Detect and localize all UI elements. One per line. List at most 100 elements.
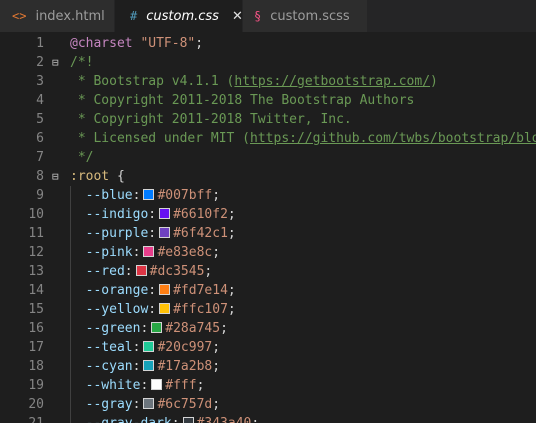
color-swatch[interactable] xyxy=(143,246,155,257)
tab-custom-scss[interactable]: § custom.scss xyxy=(243,0,367,32)
line-number: 11 xyxy=(28,226,44,241)
tab-custom-css[interactable]: # custom.css ✕ xyxy=(115,0,243,32)
colon: : xyxy=(148,283,157,298)
tab-label: custom.scss xyxy=(270,8,350,24)
code-line: 11 --purple: #6f42c1; xyxy=(0,224,536,243)
css-value: #6610f2 xyxy=(173,207,228,222)
semicolon: ; xyxy=(204,264,213,279)
line-number: 1 xyxy=(36,36,44,51)
code-line: 13 --red: #dc3545; xyxy=(0,262,536,281)
css-custom-property: --green xyxy=(85,321,141,336)
color-swatch[interactable] xyxy=(159,208,171,219)
line-code: * Copyright 2011-2018 The Bootstrap Auth… xyxy=(70,91,415,110)
line-code: */ xyxy=(70,148,94,167)
css-custom-property: --white xyxy=(85,378,141,393)
line-code: --orange: #fd7e14; xyxy=(70,281,236,300)
line-number: 10 xyxy=(28,207,44,222)
line-number: 18 xyxy=(28,359,44,374)
line-code: --red: #dc3545; xyxy=(70,262,213,281)
color-swatch[interactable] xyxy=(143,341,155,352)
css-value: #dc3545 xyxy=(149,264,205,279)
line-number: 12 xyxy=(28,245,44,260)
semicolon: ; xyxy=(220,321,228,336)
css-custom-property: --indigo xyxy=(85,207,149,222)
semicolon: ; xyxy=(227,302,236,317)
css-custom-property: --gray xyxy=(85,397,133,412)
css-custom-property: --cyan xyxy=(85,359,133,374)
line-code: --indigo: #6610f2; xyxy=(70,205,236,224)
colon: : xyxy=(148,226,157,241)
line-number: 4 xyxy=(36,93,44,108)
comment-text: ) xyxy=(430,74,438,89)
line-number: 21 xyxy=(0,414,44,423)
semicolon: ; xyxy=(251,416,259,423)
css-custom-property: --pink xyxy=(85,245,133,260)
line-code: --green: #28a745; xyxy=(70,319,228,338)
html-file-icon: <> xyxy=(12,9,27,23)
line-number: 9 xyxy=(36,188,44,203)
code-line: 7 */ xyxy=(0,148,536,167)
css-custom-property: --red xyxy=(85,264,125,279)
color-swatch[interactable] xyxy=(182,417,194,423)
fold-toggle-icon[interactable]: ⊟ xyxy=(52,53,64,72)
code-line: 19 --white: #fff; xyxy=(0,376,536,395)
line-number: 2 xyxy=(36,55,44,70)
css-value: #fff xyxy=(165,378,197,393)
tab-index-html[interactable]: <> index.html xyxy=(0,0,114,32)
comment-link: https://github.com/twbs/bootstrap/blob xyxy=(250,131,536,146)
colon: : xyxy=(148,302,157,317)
fold-toggle-icon[interactable]: ⊟ xyxy=(52,167,64,186)
colon: : xyxy=(172,416,180,423)
code-line: 5 * Copyright 2011-2018 Twitter, Inc. xyxy=(0,110,536,129)
code-line: 10 --indigo: #6610f2; xyxy=(0,205,536,224)
brace: { xyxy=(109,169,125,184)
line-code: @charset "UTF-8"; xyxy=(70,34,203,53)
color-swatch[interactable] xyxy=(159,284,171,295)
colon: : xyxy=(140,378,149,393)
line-number: 19 xyxy=(28,378,44,393)
css-value: #28a745 xyxy=(165,321,221,336)
comment-text: * Bootstrap v4.1.1 ( xyxy=(70,74,235,89)
comment-text: * Copyright 2011-2018 The Bootstrap Auth… xyxy=(70,93,415,108)
punctuation: ; xyxy=(195,36,204,51)
color-swatch[interactable] xyxy=(143,398,155,409)
colon: : xyxy=(132,359,141,374)
string-literal: "UTF-8" xyxy=(140,36,196,51)
line-number: 8 xyxy=(36,169,44,184)
comment-open: /*! xyxy=(70,55,94,70)
css-value: #6f42c1 xyxy=(173,226,228,241)
color-swatch[interactable] xyxy=(151,379,163,390)
code-line: 17 --teal: #20c997; xyxy=(0,338,536,357)
comment-text: * Licensed under MIT ( xyxy=(70,131,251,146)
color-swatch[interactable] xyxy=(151,322,163,333)
line-number: 5 xyxy=(36,112,44,127)
line-number: 6 xyxy=(36,131,44,146)
semicolon: ; xyxy=(227,226,236,241)
color-swatch[interactable] xyxy=(135,265,147,276)
line-code: --blue: #007bff; xyxy=(70,186,220,205)
line-number: 20 xyxy=(28,397,44,412)
comment-text: * Copyright 2011-2018 Twitter, Inc. xyxy=(70,112,352,127)
semicolon: ; xyxy=(212,188,221,203)
code-editor[interactable]: 1 @charset "UTF-8"; 2 ⊟ /*! 3 * Bootstrap v4.… xyxy=(0,32,536,423)
colon: : xyxy=(140,321,149,336)
comment-link: https://getbootstrap.com/ xyxy=(234,74,431,89)
line-number: 17 xyxy=(28,340,44,355)
color-swatch[interactable] xyxy=(143,189,155,200)
code-line: 16 --green: #28a745; xyxy=(0,319,536,338)
css-custom-property: --orange xyxy=(85,283,149,298)
colon: : xyxy=(124,264,133,279)
color-swatch[interactable] xyxy=(143,360,155,371)
css-custom-property: --teal xyxy=(85,340,133,355)
line-code: * Bootstrap v4.1.1 (https://getbootstrap… xyxy=(70,72,438,91)
colon: : xyxy=(148,207,157,222)
color-swatch[interactable] xyxy=(159,303,171,314)
line-code: * Licensed under MIT (https://github.com… xyxy=(70,129,536,148)
color-swatch[interactable] xyxy=(159,227,171,238)
